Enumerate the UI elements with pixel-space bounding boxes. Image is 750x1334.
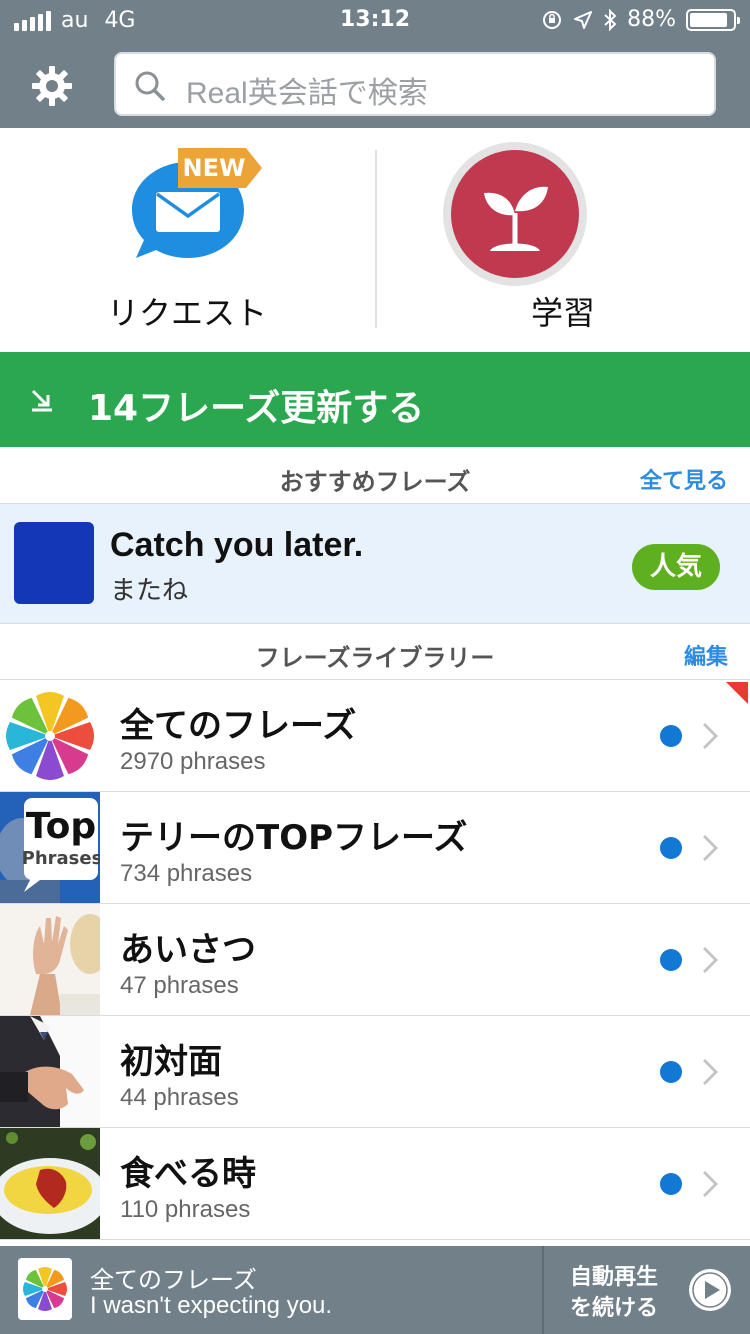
library-title: フレーズライブラリー	[255, 644, 495, 672]
list-item[interactable]: あいさつ 47 phrases	[0, 904, 750, 1016]
item-title: 食べる時	[120, 1154, 256, 1194]
library-header: フレーズライブラリー 編集	[0, 624, 750, 680]
list-item[interactable]: 食べる時 110 phrases	[0, 1128, 750, 1240]
status-dot	[660, 949, 682, 971]
handshake-photo	[0, 1016, 100, 1127]
greeting-photo	[0, 904, 100, 1015]
player-phrase: I wasn't expecting you.	[90, 1292, 333, 1319]
update-label: 14フレーズ更新する	[88, 388, 425, 429]
item-count: 734 phrases	[120, 860, 253, 887]
item-title: あいさつ	[120, 930, 256, 970]
download-arrow-icon	[31, 389, 52, 412]
sprout-icon	[443, 142, 587, 286]
chevron-right-icon	[702, 834, 718, 862]
popular-badge: 人気	[632, 544, 720, 590]
divider	[542, 1246, 544, 1334]
chevron-right-icon	[702, 722, 718, 750]
recommended-phrase[interactable]: Catch you later. またね 人気	[0, 504, 750, 624]
edit-link[interactable]: 編集	[684, 639, 728, 671]
item-title: 初対面	[120, 1042, 222, 1082]
top-text: Top	[26, 806, 96, 847]
status-bar: au 4G 13:12 88%	[0, 0, 750, 40]
continue-autoplay-button[interactable]: 自動再生 を続ける	[570, 1262, 658, 1324]
status-dot	[660, 725, 682, 747]
autoplay-line1: 自動再生	[570, 1265, 659, 1290]
location-icon	[574, 10, 593, 29]
study-label: 学習	[530, 294, 595, 332]
chevron-right-icon	[702, 946, 718, 974]
item-count: 110 phrases	[120, 1196, 251, 1223]
list-item[interactable]: Top Phrases テリーのTOPフレーズ 734 phrases	[0, 792, 750, 904]
item-title: 全てのフレーズ	[120, 706, 357, 746]
pinwheel-icon	[18, 1258, 72, 1320]
new-corner-flag	[726, 682, 748, 704]
update-phrases-button[interactable]: 14フレーズ更新する	[0, 352, 750, 447]
omurice-photo	[0, 1128, 100, 1239]
pinwheel-icon	[6, 692, 94, 780]
status-dot	[660, 1061, 682, 1083]
status-right: 88%	[541, 7, 740, 32]
search-input[interactable]: Real英会話で検索	[114, 52, 716, 116]
top-phrases-icon: Top Phrases	[0, 792, 100, 903]
header: Real英会話で検索	[0, 40, 750, 128]
phrase-thumbnail	[14, 522, 94, 604]
mini-player[interactable]: 全てのフレーズ I wasn't expecting you. 自動再生 を続け…	[0, 1246, 750, 1334]
see-all-link[interactable]: 全て見る	[640, 463, 728, 495]
list-item[interactable]: 初対面 44 phrases	[0, 1016, 750, 1128]
chevron-right-icon	[702, 1170, 718, 1198]
request-label: リクエスト	[106, 294, 267, 332]
phrase-english: Catch you later.	[110, 526, 364, 564]
status-dot	[660, 1173, 682, 1195]
battery-percent: 88%	[627, 7, 676, 32]
player-title: 全てのフレーズ	[90, 1266, 257, 1294]
autoplay-line2: を続ける	[570, 1296, 659, 1321]
item-count: 44 phrases	[120, 1084, 239, 1111]
study-button[interactable]: 学習	[376, 128, 750, 350]
item-count: 2970 phrases	[120, 748, 266, 775]
item-title: テリーのTOPフレーズ	[120, 818, 468, 858]
gear-icon[interactable]	[30, 64, 74, 108]
list-item[interactable]: 全てのフレーズ 2970 phrases	[0, 680, 750, 792]
top-actions: NEW リクエスト 学習	[0, 128, 750, 350]
bluetooth-icon	[604, 8, 617, 31]
item-count: 47 phrases	[120, 972, 239, 999]
request-button[interactable]: NEW リクエスト	[0, 128, 374, 350]
play-icon[interactable]	[688, 1268, 732, 1312]
battery-fill	[690, 12, 727, 27]
phrases-text: Phrases	[22, 848, 100, 869]
rotation-lock-icon	[543, 10, 562, 29]
chevron-right-icon	[702, 1058, 718, 1086]
recommended-header: おすすめフレーズ 全て見る	[0, 448, 750, 504]
new-badge: NEW	[182, 154, 246, 182]
phrase-japanese: またね	[110, 576, 189, 606]
recommended-title: おすすめフレーズ	[279, 468, 471, 496]
status-dot	[660, 837, 682, 859]
search-placeholder: Real英会話で検索	[186, 77, 428, 110]
battery-icon	[686, 8, 740, 31]
search-icon	[135, 71, 165, 101]
library-list: 全てのフレーズ 2970 phrases Top Phrases テリーのTOP…	[0, 680, 750, 1240]
